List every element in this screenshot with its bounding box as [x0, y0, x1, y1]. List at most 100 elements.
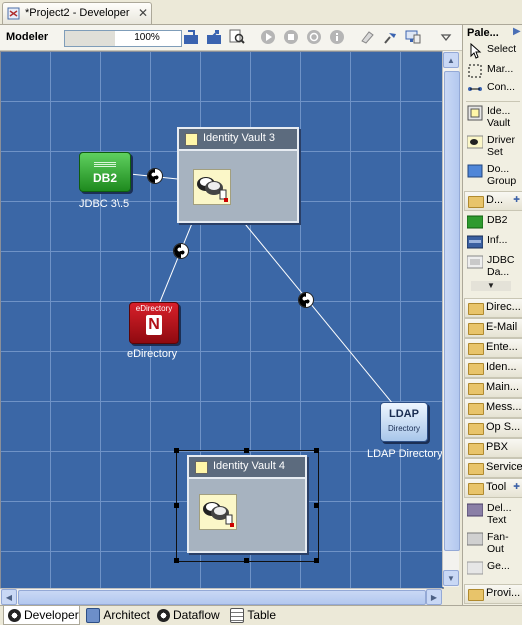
- vertical-scrollbar[interactable]: ▲ ▼: [442, 51, 460, 587]
- pin-icon[interactable]: [381, 28, 399, 46]
- palette-drawer[interactable]: Ente...: [464, 338, 522, 358]
- db2-application[interactable]: DB2: [79, 152, 131, 192]
- folder-icon: [468, 363, 484, 375]
- driver-connector-icon[interactable]: [173, 243, 189, 259]
- refresh-icon[interactable]: [305, 28, 323, 46]
- palette-drawer[interactable]: Op S...: [464, 418, 522, 438]
- drawer-label: Provi...: [486, 587, 521, 599]
- drawer-label: Service: [486, 461, 522, 473]
- vault-small-icon: [185, 133, 198, 146]
- scroll-up-icon[interactable]: ▲: [443, 52, 459, 68]
- drawer-label: Main...: [486, 381, 520, 393]
- palette-item-jdbc[interactable]: JDBC Da...: [465, 253, 521, 279]
- identity-vault-3[interactable]: Identity Vault 3: [177, 127, 299, 223]
- tab-developer[interactable]: Developer: [3, 606, 80, 625]
- search-icon[interactable]: [228, 28, 246, 46]
- palette-item-label: Fan-Out: [487, 531, 509, 555]
- palette-item-identity-vault[interactable]: Ide... Vault: [465, 104, 521, 130]
- pin-icon[interactable]: ✚: [513, 482, 520, 491]
- ldap-badge-text: LDAP: [389, 408, 419, 420]
- scroll-down-icon[interactable]: ▼: [443, 570, 459, 586]
- drawer-label: Op S...: [486, 421, 521, 433]
- palette-item-marquee[interactable]: Mar...: [465, 62, 521, 80]
- ldap-application[interactable]: LDAP Directory: [380, 402, 428, 442]
- modeler-label: Modeler: [6, 31, 49, 43]
- import-icon[interactable]: [182, 28, 200, 46]
- palette-collapse-icon[interactable]: ▶: [513, 26, 521, 37]
- palette-item-label: Select: [487, 43, 517, 55]
- palette-item-select[interactable]: Select: [465, 42, 521, 60]
- db2-icon: [467, 215, 483, 229]
- palette-title: Pale...: [467, 27, 499, 39]
- palette-item-domain-group[interactable]: Do... Group: [465, 162, 521, 188]
- diagram-canvas[interactable]: Identity Vault 3 Identity Vault 4 DB2 JD…: [0, 51, 444, 589]
- folder-icon: [468, 423, 484, 435]
- resize-handle[interactable]: [314, 503, 319, 508]
- resize-handle[interactable]: [174, 558, 179, 563]
- eraser-icon[interactable]: [358, 28, 376, 46]
- palette-drawer[interactable]: Mess...: [464, 398, 522, 418]
- pin-icon[interactable]: ✚: [513, 195, 520, 204]
- resize-handle[interactable]: [174, 448, 179, 453]
- drawer-label: Ente...: [486, 341, 518, 353]
- horizontal-scroll-thumb[interactable]: [18, 590, 426, 605]
- resize-handle[interactable]: [244, 448, 249, 453]
- resize-handle[interactable]: [314, 448, 319, 453]
- resize-handle[interactable]: [244, 558, 249, 563]
- db2-label: JDBC 3\.5: [79, 198, 130, 210]
- palette-item-fan-out[interactable]: Fan-Out: [465, 530, 521, 556]
- tab-label: Table: [247, 608, 276, 622]
- driver-set-icon[interactable]: [193, 169, 231, 205]
- edirectory-application[interactable]: eDirectory N: [129, 302, 179, 344]
- zoom-field[interactable]: 100%: [64, 30, 182, 47]
- generic-icon: [467, 561, 483, 575]
- driver-connector-icon[interactable]: [298, 292, 314, 308]
- close-icon[interactable]: ✕: [138, 6, 148, 20]
- stop-icon[interactable]: [282, 28, 300, 46]
- palette-item-connection[interactable]: Con...: [465, 80, 521, 98]
- folder-icon: [468, 323, 484, 335]
- driver-connector-icon[interactable]: [147, 168, 163, 184]
- info-icon[interactable]: [328, 28, 346, 46]
- deploy-icon[interactable]: [404, 28, 422, 46]
- palette-drawer[interactable]: Main...: [464, 378, 522, 398]
- folder-icon: [468, 343, 484, 355]
- resize-handle[interactable]: [314, 558, 319, 563]
- chevron-down-icon[interactable]: [437, 28, 455, 46]
- palette-drawer[interactable]: Provi...: [464, 584, 522, 604]
- palette-item-informix[interactable]: Inf...: [465, 233, 521, 251]
- palette-item-db2[interactable]: DB2: [465, 213, 521, 231]
- horizontal-scrollbar[interactable]: ◀ ▶: [0, 588, 442, 605]
- selection-box: [176, 450, 319, 562]
- palette-item-driver-set[interactable]: Driver Set: [465, 133, 521, 159]
- folder-icon: [468, 303, 484, 315]
- resize-handle[interactable]: [174, 503, 179, 508]
- scroll-left-icon[interactable]: ◀: [1, 589, 17, 605]
- palette-scroll-down-icon[interactable]: ▼: [471, 281, 511, 291]
- palette-item-label: Inf...: [487, 234, 508, 246]
- palette-item-delimited-text[interactable]: Del... Text: [465, 501, 521, 527]
- palette-drawer[interactable]: E-Mail: [464, 318, 522, 338]
- vertical-scroll-thumb[interactable]: [444, 71, 460, 551]
- editor-tab[interactable]: *Project2 - Developer ✕: [2, 2, 152, 24]
- tab-table[interactable]: Table: [226, 606, 276, 624]
- palette-drawer[interactable]: PBX: [464, 438, 522, 458]
- scroll-right-icon[interactable]: ▶: [426, 589, 442, 605]
- folder-icon: [468, 443, 484, 455]
- zoom-slider-fill: [65, 31, 115, 46]
- palette-item-generic[interactable]: Ge...: [465, 559, 521, 577]
- marquee-icon: [468, 64, 482, 78]
- palette-drawer[interactable]: Service: [464, 458, 522, 478]
- export-icon[interactable]: [205, 28, 223, 46]
- tab-architect[interactable]: Architect: [82, 606, 150, 624]
- ibm-logo-stripes: [80, 159, 130, 167]
- delimited-text-icon: [467, 503, 483, 517]
- tab-dataflow[interactable]: Dataflow: [153, 606, 223, 624]
- informix-icon: [467, 235, 483, 249]
- palette-drawer[interactable]: Iden...: [464, 358, 522, 378]
- tab-label: Architect: [103, 608, 150, 622]
- play-icon[interactable]: [259, 28, 277, 46]
- palette-drawer-open[interactable]: D... ✚: [464, 191, 522, 211]
- palette-drawer-tool[interactable]: Tool ✚: [464, 478, 522, 498]
- palette-drawer[interactable]: Direc...: [464, 298, 522, 318]
